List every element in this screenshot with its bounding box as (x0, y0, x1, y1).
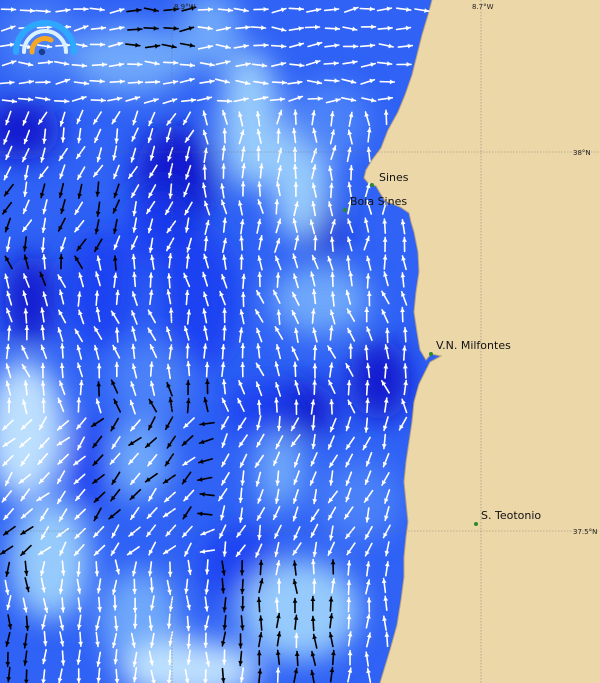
sines-marker[interactable] (370, 183, 374, 187)
s-teotonio-marker[interactable] (474, 522, 478, 526)
field-patch (110, 340, 190, 420)
place-label-s-teotonio: S. Teotonio (481, 509, 541, 522)
vn-milfontes-marker[interactable] (429, 352, 433, 356)
lon-label-right: 8.7°W (472, 3, 494, 11)
place-label-vn-milfontes: V.N. Milfontes (436, 339, 511, 352)
field-patch (240, 560, 360, 660)
field-patch (290, 80, 370, 160)
boia-sines-marker[interactable] (343, 208, 347, 212)
field-patch (110, 420, 170, 500)
gauge-logo-icon (13, 20, 77, 56)
wave-map: 8.9°W 8.7°W 38°N 37.5°N Sines Boia Sines… (0, 0, 600, 683)
place-label-boia-sines: Boia Sines (350, 195, 407, 208)
place-label-sines: Sines (379, 171, 409, 184)
lat-label-top: 38°N (573, 149, 591, 157)
field-patch (350, 340, 410, 420)
field-patch (270, 265, 370, 335)
lon-label-left: 8.9°W (174, 3, 196, 11)
lat-label-bottom: 37.5°N (573, 528, 597, 536)
map-canvas: 8.9°W 8.7°W 38°N 37.5°N Sines Boia Sines… (0, 0, 600, 683)
